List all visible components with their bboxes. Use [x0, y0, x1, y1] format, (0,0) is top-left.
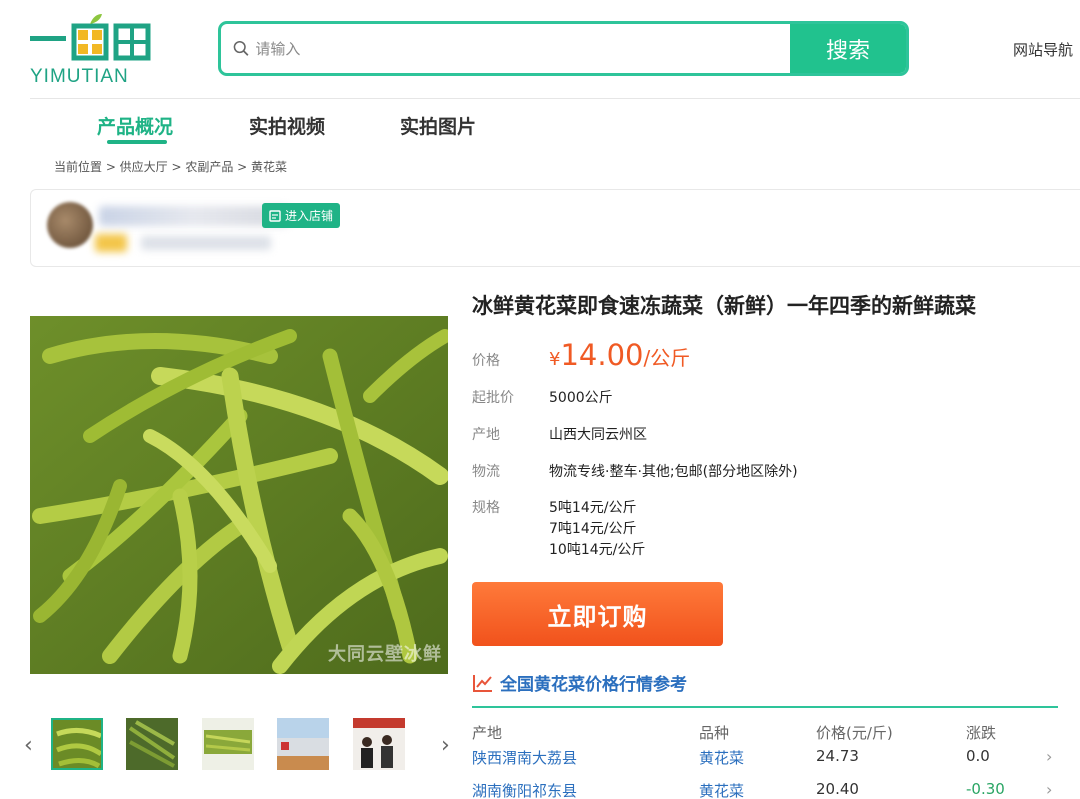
- logistics-value: 物流专线·整车·其他;包邮(部分地区除外): [549, 464, 798, 480]
- tab-photos[interactable]: 实拍图片: [400, 112, 476, 139]
- thumbnail-2[interactable]: [126, 718, 178, 770]
- search-button[interactable]: 搜索: [790, 24, 906, 73]
- moq-value: 5000公斤: [549, 390, 613, 406]
- spec-label: 规格: [472, 500, 500, 516]
- price-unit: /公斤: [643, 346, 691, 370]
- price-number: 14.00: [560, 338, 644, 372]
- store-avatar: [47, 202, 93, 248]
- market-price-title: 全国黄花菜价格行情参考: [500, 675, 687, 695]
- column-header-origin: 产地: [472, 724, 503, 742]
- trend-chart-icon: [473, 674, 492, 692]
- market-row-change: -0.30: [966, 780, 1005, 798]
- price-currency: ¥: [549, 349, 561, 370]
- product-title: 冰鲜黄花菜即食速冻蔬菜（新鲜）一年四季的新鲜蔬菜: [472, 294, 976, 318]
- store-icon: [269, 209, 281, 222]
- header-divider: [30, 98, 1080, 99]
- store-badge-redacted: [95, 234, 127, 252]
- store-name-redacted: [99, 206, 289, 226]
- store-info-redacted: [141, 236, 271, 250]
- thumbnail-1[interactable]: [51, 718, 103, 770]
- market-row-price: 24.73: [816, 747, 859, 765]
- price-label: 价格: [472, 353, 500, 369]
- active-tab-indicator: [107, 140, 167, 144]
- enter-store-button[interactable]: 进入店铺: [262, 203, 341, 228]
- moq-label: 起批价: [472, 390, 514, 406]
- market-price-link[interactable]: 全国黄花菜价格行情参考: [472, 670, 687, 695]
- order-now-button[interactable]: 立即订购: [472, 582, 723, 646]
- market-row-change: 0.0: [966, 747, 990, 765]
- column-header-change: 涨跌: [966, 724, 997, 742]
- chevron-right-icon[interactable]: ›: [1046, 747, 1052, 766]
- market-row-variety[interactable]: 黄花菜: [699, 747, 744, 768]
- search-field[interactable]: [221, 24, 790, 73]
- market-divider: [472, 706, 1058, 708]
- thumbnail-4[interactable]: [277, 718, 329, 770]
- chevron-right-icon[interactable]: ›: [1046, 780, 1052, 799]
- thumbnail-prev-button[interactable]: ‹: [24, 733, 33, 758]
- column-header-variety: 品种: [699, 724, 730, 742]
- origin-label: 产地: [472, 427, 500, 443]
- column-header-price: 价格(元/斤): [816, 724, 893, 742]
- market-row-origin[interactable]: 陕西渭南大荔县: [472, 747, 577, 768]
- site-logo[interactable]: YIMUTIAN: [28, 12, 158, 87]
- thumbnail-next-button[interactable]: ›: [441, 733, 450, 758]
- search-icon: [233, 41, 249, 56]
- spec-item: 7吨14元/公斤: [549, 521, 637, 537]
- market-row-variety[interactable]: 黄花菜: [699, 780, 744, 799]
- breadcrumb: 当前位置 > 供应大厅 > 农副产品 > 黄花菜: [54, 160, 288, 174]
- spec-item: 10吨14元/公斤: [549, 542, 646, 558]
- thumbnail-3[interactable]: [202, 718, 254, 770]
- logo-text: YIMUTIAN: [30, 66, 129, 87]
- origin-value: 山西大同云州区: [549, 427, 647, 443]
- thumbnail-5[interactable]: [353, 718, 405, 770]
- site-nav-link[interactable]: 网站导航: [1013, 39, 1073, 60]
- enter-store-label: 进入店铺: [285, 209, 334, 223]
- store-card: 进入店铺: [30, 189, 1080, 267]
- spec-item: 5吨14元/公斤: [549, 500, 637, 516]
- market-row-price: 20.40: [816, 780, 859, 798]
- product-main-image[interactable]: 大同云壁冰鲜: [30, 316, 448, 674]
- search-input[interactable]: [255, 39, 790, 58]
- image-watermark: 大同云壁冰鲜: [328, 644, 442, 665]
- daylily-photo: [30, 316, 448, 674]
- price-value: ¥14.00/公斤: [549, 338, 690, 372]
- tab-product-overview[interactable]: 产品概况: [97, 112, 173, 139]
- logistics-label: 物流: [472, 464, 500, 480]
- market-row-origin[interactable]: 湖南衡阳祁东县: [472, 780, 577, 799]
- tab-video[interactable]: 实拍视频: [249, 112, 325, 139]
- logo-mark: [30, 14, 151, 61]
- search-bar: 搜索: [218, 21, 909, 76]
